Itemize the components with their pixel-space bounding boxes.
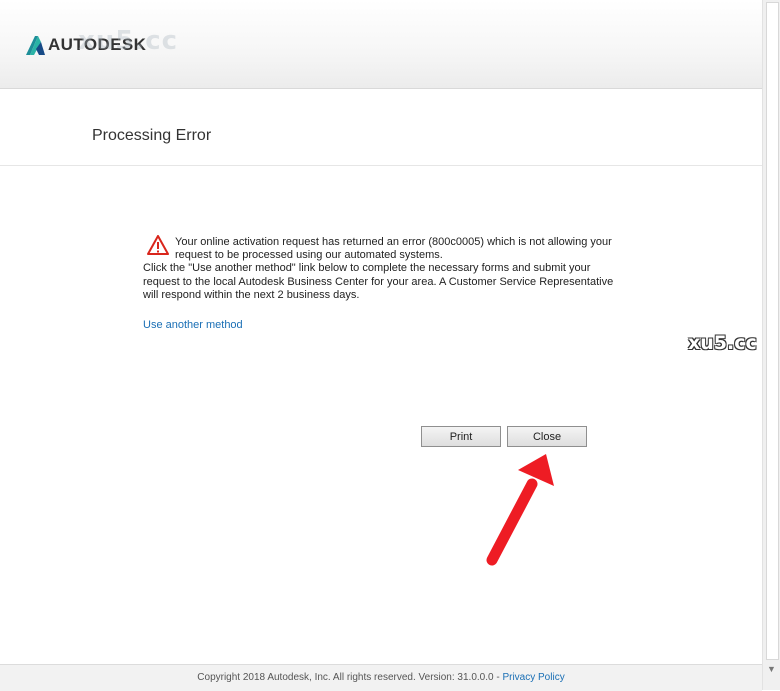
title-band: Processing Error bbox=[0, 89, 762, 166]
side-watermark: xu5.cc bbox=[688, 332, 757, 354]
print-button[interactable]: Print bbox=[421, 426, 501, 447]
error-row: Your online activation request has retur… bbox=[143, 235, 623, 262]
use-another-method-link[interactable]: Use another method bbox=[143, 319, 243, 331]
privacy-policy-link[interactable]: Privacy Policy bbox=[502, 672, 564, 683]
header-bar: AUTODESK xu5.cc bbox=[0, 0, 762, 89]
warning-triangle-icon bbox=[147, 235, 169, 255]
vertical-scrollbar[interactable]: ▼ bbox=[762, 0, 780, 690]
footer-copyright: Copyright 2018 Autodesk, Inc. All rights… bbox=[197, 672, 503, 683]
page-title: Processing Error bbox=[92, 127, 212, 144]
error-content: Your online activation request has retur… bbox=[143, 235, 623, 333]
error-message: Your online activation request has retur… bbox=[175, 236, 612, 261]
close-button[interactable]: Close bbox=[507, 426, 587, 447]
watermark-text: xu5.cc bbox=[78, 26, 179, 56]
red-arrow-annotation bbox=[486, 454, 554, 566]
scroll-down-arrow-icon[interactable]: ▼ bbox=[767, 664, 776, 674]
footer: Copyright 2018 Autodesk, Inc. All rights… bbox=[0, 664, 762, 691]
scrollbar-thumb[interactable] bbox=[766, 2, 779, 660]
error-instructions: Click the "Use another method" link belo… bbox=[143, 262, 614, 301]
autodesk-logo-icon bbox=[26, 36, 45, 55]
